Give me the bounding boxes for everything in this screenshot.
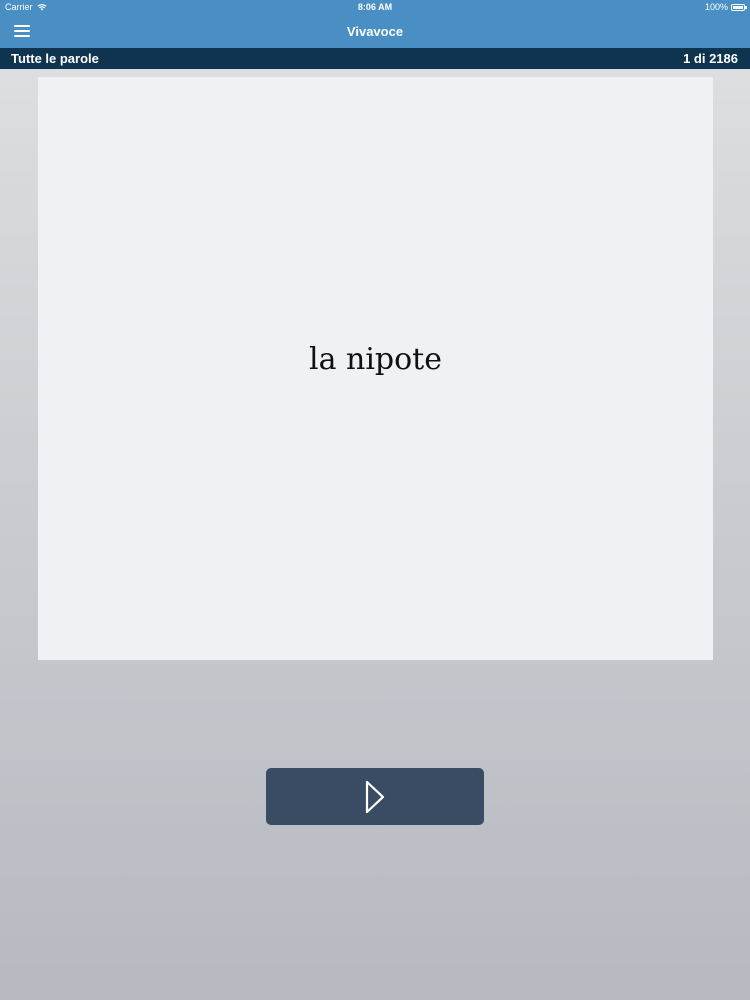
status-bar: Carrier 8:06 AM 100% (0, 0, 750, 15)
status-time: 8:06 AM (357, 2, 393, 12)
app-title: Vivavoce (346, 24, 404, 39)
play-button[interactable] (266, 768, 484, 825)
status-right: 100% (704, 2, 747, 12)
battery-percent: 100% (704, 2, 728, 12)
flashcard[interactable]: la nipote (38, 77, 713, 660)
battery-icon (731, 3, 747, 11)
deck-header: Tutte le parole 1 di 2186 (0, 48, 750, 69)
nav-bar: Vivavoce (0, 15, 750, 48)
card-counter: 1 di 2186 (683, 51, 738, 66)
flashcard-word: la nipote (308, 342, 442, 377)
deck-name: Tutte le parole (11, 51, 99, 66)
play-icon (365, 780, 385, 813)
